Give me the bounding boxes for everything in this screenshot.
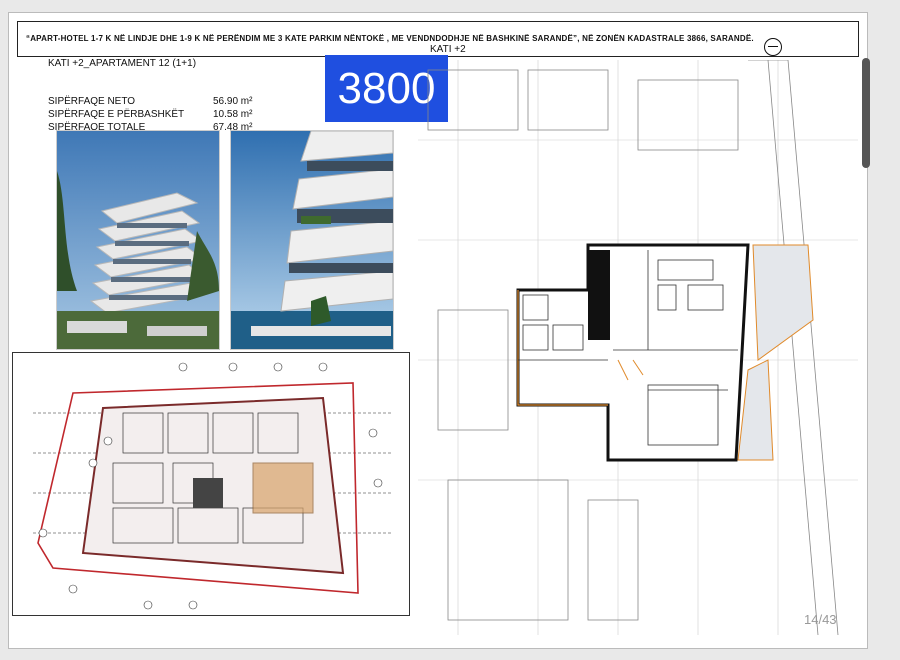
building-render-photo <box>56 130 220 350</box>
area-value: 56.90 m² <box>213 96 253 107</box>
scrollbar[interactable] <box>862 58 870 168</box>
area-label: SIPËRFAQE E PËRBASHKËT <box>48 109 185 120</box>
balcony-render-photo <box>230 130 394 350</box>
area-row-net: SIPËRFAQE NETO 56.90 m² <box>48 96 258 107</box>
area-value: 10.58 m² <box>213 109 253 120</box>
floor-label: KATI +2 <box>430 44 466 55</box>
page-number: 14/43 <box>804 612 837 627</box>
apartment-title: KATI +2_APARTAMENT 12 (1+1) <box>48 58 197 69</box>
project-title: “APART-HOTEL 1-7 K NË LINDJE DHE 1-9 K N… <box>26 34 754 43</box>
area-row-shared: SIPËRFAQE E PËRBASHKËT 10.58 m² <box>48 109 258 120</box>
north-arrow-icon <box>764 38 782 56</box>
site-plan-drawing <box>12 352 410 616</box>
area-label: SIPËRFAQE NETO <box>48 96 136 107</box>
floor-plan-drawing <box>418 60 858 635</box>
